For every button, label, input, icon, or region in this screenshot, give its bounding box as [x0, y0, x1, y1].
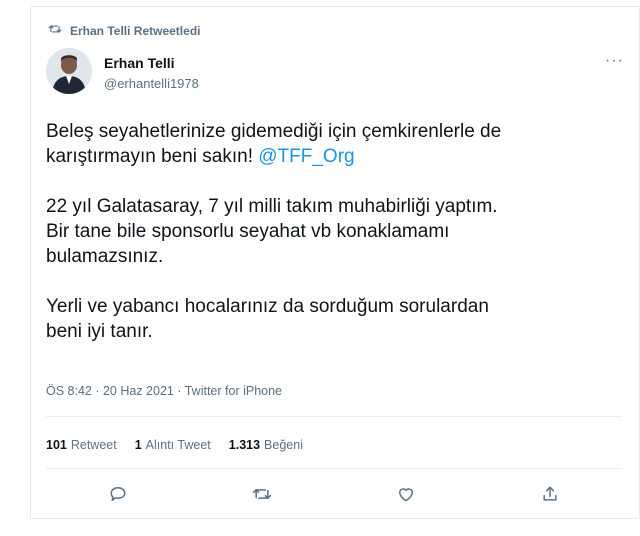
- like-stat[interactable]: 1.313 Beğeni: [229, 438, 303, 452]
- share-icon[interactable]: [540, 484, 560, 509]
- author-display-name[interactable]: Erhan Telli: [104, 55, 175, 71]
- tweet-screenshot: Erhan Telli Retweetledi Erhan Telli @erh…: [0, 0, 640, 536]
- more-icon[interactable]: ···: [605, 52, 624, 70]
- retweet-context[interactable]: Erhan Telli Retweetledi: [48, 22, 200, 39]
- tweet-stats: 101 Retweet 1 Alıntı Tweet 1.313 Beğeni: [46, 438, 303, 452]
- like-count: 1.313: [228, 438, 261, 452]
- tweet-line: karıştırmayın beni sakın! @TFF_Org: [46, 144, 626, 169]
- tweet-timestamp[interactable]: ÖS 8:42 · 20 Haz 2021 · Twitter for iPho…: [46, 384, 282, 398]
- top-divider: [30, 6, 640, 7]
- tweet-line: beni iyi tanır.: [46, 321, 153, 342]
- like-icon[interactable]: [396, 484, 416, 509]
- retweet-context-label: Erhan Telli Retweetledi: [70, 23, 201, 38]
- mention-link[interactable]: @TFF_Org: [258, 146, 354, 167]
- bottom-divider: [30, 518, 640, 519]
- retweet-label: Retweet: [70, 438, 117, 452]
- tweet-line: Bir tane bile sponsorlu seyahat vb konak…: [46, 221, 450, 242]
- quote-label: Alıntı Tweet: [145, 438, 211, 452]
- retweet-icon[interactable]: [252, 484, 272, 509]
- like-label: Beğeni: [264, 438, 303, 452]
- action-bar: [46, 484, 622, 509]
- quote-stat[interactable]: 1 Alıntı Tweet: [135, 438, 211, 452]
- tweet-line: bulamazsınız.: [46, 246, 164, 267]
- retweet-stat[interactable]: 101 Retweet: [46, 438, 117, 452]
- quote-count: 1: [134, 438, 142, 452]
- retweet-count: 101: [46, 438, 67, 452]
- divider: [46, 468, 622, 469]
- reply-icon[interactable]: [108, 484, 128, 509]
- tweet-line: Yerli ve yabancı hocalarınız da sorduğum…: [46, 296, 489, 317]
- author-handle[interactable]: @erhantelli1978: [104, 76, 199, 91]
- retweet-icon: [48, 22, 62, 39]
- divider: [46, 416, 622, 417]
- tweet-line: 22 yıl Galatasaray, 7 yıl milli takım mu…: [46, 196, 498, 217]
- user-avatar[interactable]: [46, 48, 92, 94]
- tweet-text: Beleş seyahetlerinize gidemediği için çe…: [46, 119, 626, 344]
- tweet-text-segment: Beleş seyahetlerinize gidemediği için çe…: [46, 121, 502, 142]
- tweet-text-segment: karıştırmayın beni sakın!: [46, 146, 259, 167]
- tweet-line: Beleş seyahetlerinize gidemediği için çe…: [46, 119, 626, 144]
